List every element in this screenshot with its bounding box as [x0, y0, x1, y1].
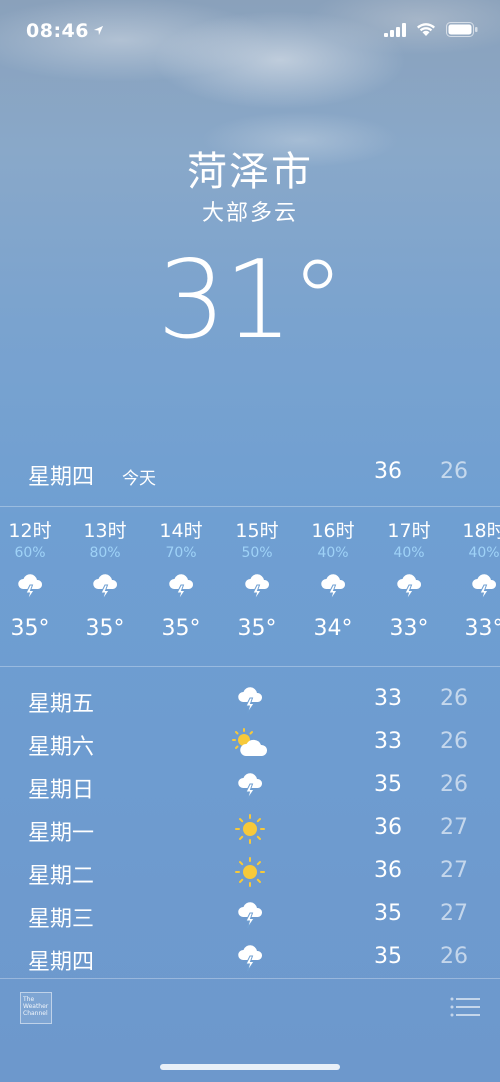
- day-high: 35: [374, 772, 402, 797]
- status-time: 08:46: [26, 20, 104, 42]
- hour-temp: 34°: [313, 616, 353, 641]
- hourly-item: 16时 40% 34°: [303, 518, 363, 641]
- precip-chance: 40%: [317, 545, 349, 561]
- hour-time: 17时: [387, 520, 431, 542]
- day-high: 33: [374, 729, 402, 754]
- day-low: 27: [440, 815, 468, 840]
- day-low: 26: [440, 772, 468, 797]
- sun-icon: [232, 856, 268, 888]
- daily-row: 星期二 36 27: [0, 852, 500, 895]
- daily-row: 星期日 35 26: [0, 766, 500, 809]
- thunderstorm-icon: [454, 568, 500, 606]
- today-low: 26: [440, 459, 468, 484]
- hour-time: 12时: [8, 520, 52, 542]
- hour-temp: 35°: [10, 616, 50, 641]
- hour-time: 16时: [311, 520, 355, 542]
- day-name: 星期四: [28, 950, 95, 975]
- hour-time: 18时: [462, 520, 500, 542]
- thunderstorm-icon: [232, 942, 268, 974]
- hour-time: 15时: [235, 520, 279, 542]
- hourly-item: 18时 40% 33°: [454, 518, 500, 641]
- signal-icon: [384, 22, 406, 37]
- day-high: 36: [374, 858, 402, 883]
- day-name: 星期一: [28, 821, 95, 846]
- day-low: 26: [440, 729, 468, 754]
- today-summary: 星期四 今天 36 26: [0, 455, 500, 495]
- divider: [0, 978, 500, 979]
- day-high: 33: [374, 686, 402, 711]
- day-name: 星期五: [28, 692, 95, 717]
- sun-icon: [232, 813, 268, 845]
- day-low: 27: [440, 901, 468, 926]
- day-high: 35: [374, 901, 402, 926]
- city-name: 菏泽市: [187, 149, 313, 195]
- footer-bar: The Weather Channel: [0, 990, 500, 1030]
- status-bar: 08:46: [0, 0, 500, 60]
- thunderstorm-icon: [232, 684, 268, 716]
- thunderstorm-icon: [303, 568, 363, 606]
- precip-chance: 60%: [14, 545, 46, 561]
- daily-row: 星期六 33 26: [0, 723, 500, 766]
- hour-temp: 35°: [237, 616, 277, 641]
- precip-chance: 40%: [393, 545, 425, 561]
- thunderstorm-icon: [0, 568, 60, 606]
- wifi-icon: [417, 23, 435, 36]
- hour-time: 14时: [159, 520, 203, 542]
- hourly-item: 17时 40% 33°: [379, 518, 439, 641]
- hourly-forecast[interactable]: 12时 60% 35° 13时 80% 35° 14时 70% 35° 15时 …: [0, 518, 500, 653]
- day-high: 35: [374, 944, 402, 969]
- hourly-item: 13时 80% 35°: [75, 518, 135, 641]
- thunderstorm-icon: [232, 770, 268, 802]
- precip-chance: 40%: [468, 545, 500, 561]
- day-name: 星期日: [28, 778, 95, 803]
- day-low: 26: [440, 944, 468, 969]
- daily-row: 星期五 33 26: [0, 680, 500, 723]
- day-name: 星期六: [28, 735, 95, 760]
- day-high: 36: [374, 815, 402, 840]
- day-low: 27: [440, 858, 468, 883]
- thunderstorm-icon: [232, 899, 268, 931]
- current-weather: 菏泽市 大部多云 31°: [0, 145, 500, 361]
- precip-chance: 70%: [165, 545, 197, 561]
- daily-forecast: 星期五 33 26 星期六 33 26 星期日 35 26 星期一 36 27 …: [0, 680, 500, 981]
- home-indicator[interactable]: [160, 1064, 340, 1070]
- thunderstorm-icon: [379, 568, 439, 606]
- location-arrow-icon: [93, 25, 104, 36]
- today-day: 星期四: [28, 465, 95, 490]
- hourly-item: 12时 60% 35°: [0, 518, 60, 641]
- hour-temp: 35°: [85, 616, 125, 641]
- thunderstorm-icon: [75, 568, 135, 606]
- hour-time: 13时: [83, 520, 127, 542]
- day-name: 星期二: [28, 864, 95, 889]
- current-condition: 大部多云: [201, 201, 298, 226]
- partly-cloudy-icon: [232, 727, 268, 759]
- today-high: 36: [374, 459, 402, 484]
- precip-chance: 80%: [89, 545, 121, 561]
- hour-temp: 35°: [161, 616, 201, 641]
- hourly-item: 14时 70% 35°: [151, 518, 211, 641]
- thunderstorm-icon: [151, 568, 211, 606]
- today-label: 今天: [122, 469, 156, 489]
- weather-channel-logo[interactable]: The Weather Channel: [20, 992, 52, 1024]
- day-name: 星期三: [28, 907, 95, 932]
- daily-row: 星期三 35 27: [0, 895, 500, 938]
- divider: [0, 506, 500, 507]
- daily-row: 星期四 35 26: [0, 938, 500, 981]
- hourly-item: 15时 50% 35°: [227, 518, 287, 641]
- battery-icon: [446, 22, 478, 37]
- precip-chance: 50%: [241, 545, 273, 561]
- hour-temp: 33°: [464, 616, 500, 641]
- hour-temp: 33°: [389, 616, 429, 641]
- day-low: 26: [440, 686, 468, 711]
- daily-row: 星期一 36 27: [0, 809, 500, 852]
- thunderstorm-icon: [227, 568, 287, 606]
- divider: [0, 666, 500, 667]
- current-temperature: 31°: [157, 238, 344, 363]
- list-icon[interactable]: [450, 996, 480, 1018]
